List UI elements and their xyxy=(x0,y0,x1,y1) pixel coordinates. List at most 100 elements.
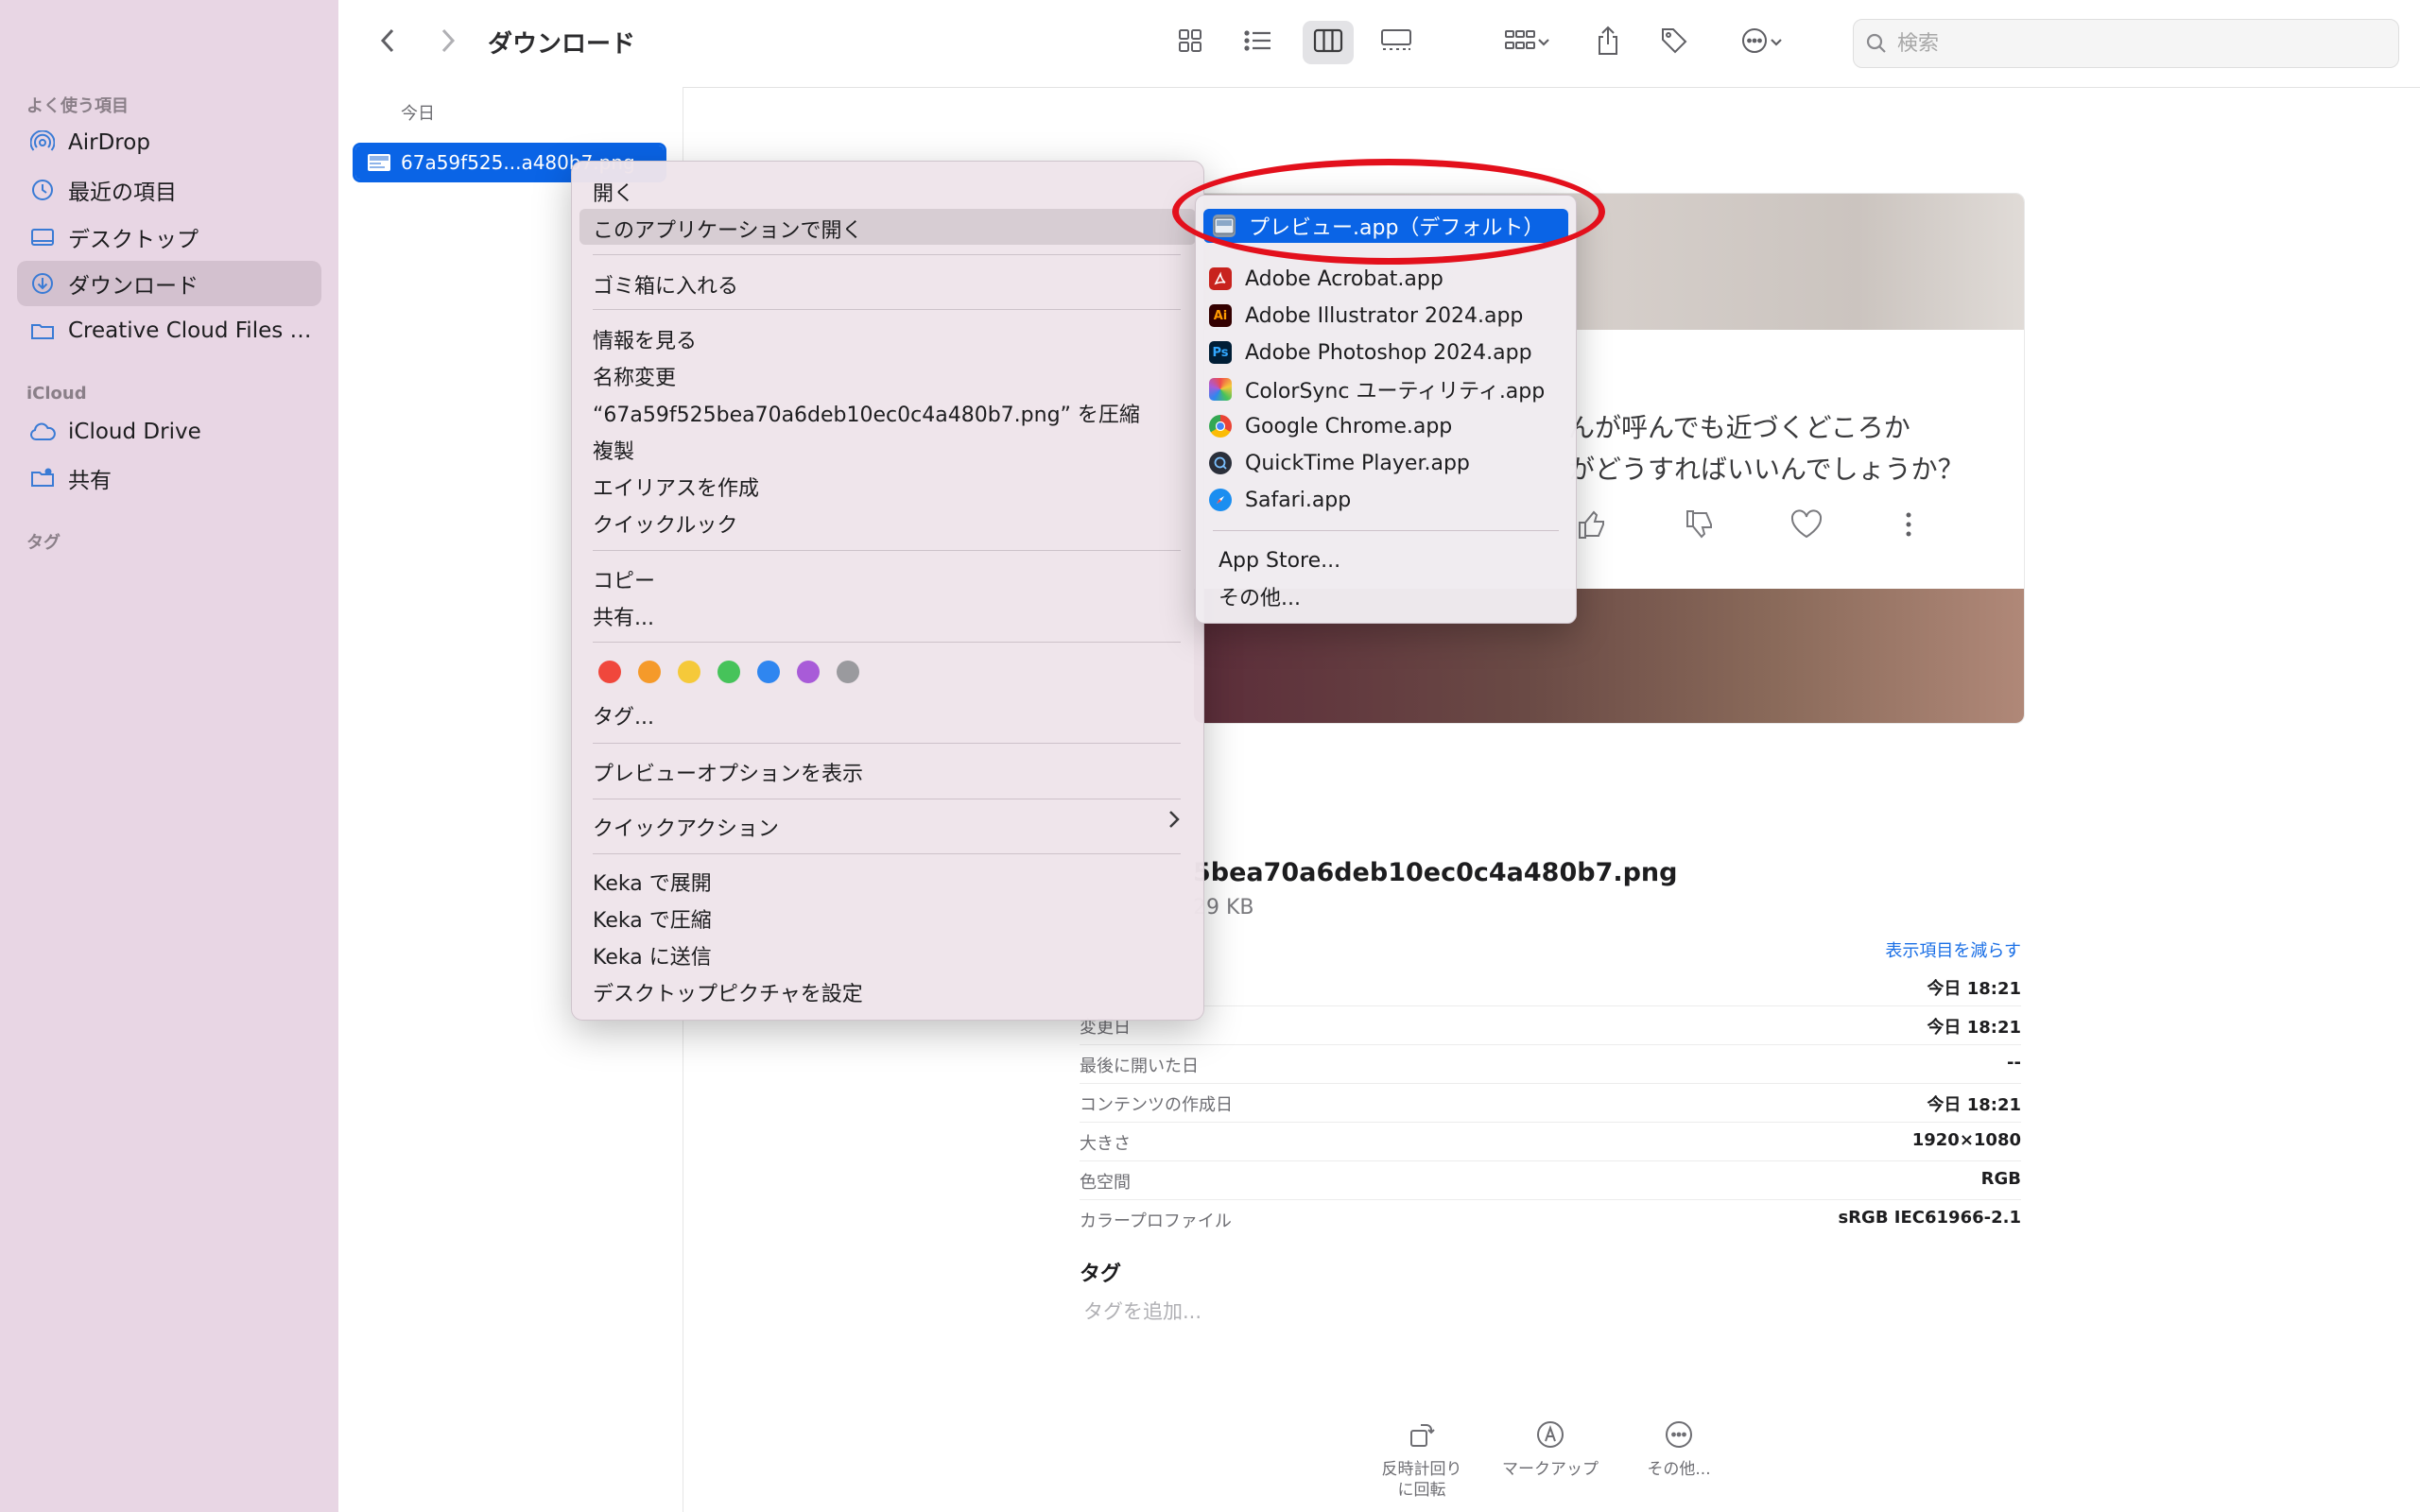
markup-button[interactable]: マークアップ xyxy=(1494,1418,1607,1480)
window-title: ダウンロード xyxy=(488,30,636,59)
group-grid-icon xyxy=(1504,27,1536,58)
menu-item-quick-actions[interactable]: クイックアクション xyxy=(593,812,1188,842)
sidebar-item-recents[interactable]: 最近の項目 xyxy=(17,167,321,213)
search-input[interactable] xyxy=(1895,30,2372,57)
submenu-item-colorsync[interactable]: ColorSync ユーティリティ.app xyxy=(1209,372,1545,406)
metadata-value: 今日 18:21 xyxy=(1927,1018,2021,1038)
menu-item-get-info[interactable]: 情報を見る xyxy=(593,324,697,354)
rotate-left-button[interactable]: 反時計回り に回転 xyxy=(1365,1418,1478,1501)
sidebar-item-label: AirDrop xyxy=(68,130,150,155)
menu-item-compress[interactable]: “67a59f525bea70a6deb10ec0c4a480b7.png” を… xyxy=(593,398,1140,428)
metadata-value: -- xyxy=(2007,1053,2021,1073)
tag-color-green[interactable] xyxy=(717,661,740,683)
sidebar-item-icloud-drive[interactable]: iCloud Drive xyxy=(17,409,321,455)
menu-item-show-preview-options[interactable]: プレビューオプションを表示 xyxy=(593,757,863,787)
menu-item-quick-look[interactable]: クイックルック xyxy=(593,508,737,539)
chevron-right-icon xyxy=(1167,808,1181,837)
menu-item-open[interactable]: 開く xyxy=(593,177,634,207)
submenu-item-app-store[interactable]: App Store... xyxy=(1219,543,1340,577)
menu-item-trash[interactable]: ゴミ箱に入れる xyxy=(593,269,738,300)
submenu-item-label: Safari.app xyxy=(1245,488,1352,512)
sidebar-item-downloads[interactable]: ダウンロード xyxy=(17,261,321,306)
menu-item-keka-send[interactable]: Keka に送信 xyxy=(593,940,712,971)
menu-item-open-with[interactable]: このアプリケーションで開く xyxy=(579,209,1196,245)
add-tag-field[interactable]: タグを追加... xyxy=(1083,1297,1201,1325)
gallery-view-button[interactable] xyxy=(1373,21,1420,64)
menu-item-set-desktop-picture[interactable]: デスクトップピクチャを設定 xyxy=(593,977,863,1007)
menu-item-label: このアプリケーションで開く xyxy=(593,219,863,243)
forward-button[interactable] xyxy=(431,21,465,64)
more-actions-button[interactable]: その他... xyxy=(1622,1418,1736,1480)
metadata-row: 色空間 RGB xyxy=(1080,1161,2021,1200)
metadata-key: 色空間 xyxy=(1080,1173,1131,1193)
sidebar-item-desktop[interactable]: デスクトップ xyxy=(17,215,321,260)
metadata-key: 大きさ xyxy=(1080,1134,1131,1154)
menu-item-tags[interactable]: タグ... xyxy=(593,700,654,730)
sidebar-item-shared[interactable]: 共有 xyxy=(17,455,321,501)
menu-item-rename[interactable]: 名称変更 xyxy=(593,361,676,391)
menu-item-keka-extract[interactable]: Keka で展開 xyxy=(593,867,712,897)
action-label: マークアップ xyxy=(1502,1460,1599,1479)
metadata-key: 最後に開いた日 xyxy=(1080,1057,1199,1076)
metadata-value: 今日 18:21 xyxy=(1927,979,2021,999)
menu-separator xyxy=(593,853,1181,854)
clock-icon xyxy=(28,176,57,204)
submenu-item-label: Adobe Acrobat.app xyxy=(1245,266,1443,291)
list-view-button[interactable] xyxy=(1236,21,1280,64)
shared-folder-icon xyxy=(28,464,57,492)
safari-app-icon xyxy=(1209,489,1232,511)
tag-color-yellow[interactable] xyxy=(678,661,700,683)
menu-separator xyxy=(593,309,1181,310)
icon-view-button[interactable] xyxy=(1168,21,1212,64)
show-less-link[interactable]: 表示項目を減らす xyxy=(1885,937,2021,962)
icloud-section-title: iCloud xyxy=(26,384,87,404)
metadata-row: 変更日 今日 18:21 xyxy=(1080,1006,2021,1045)
tag-button[interactable] xyxy=(1654,21,1694,64)
submenu-item-other[interactable]: その他... xyxy=(1219,579,1301,613)
menu-item-copy[interactable]: コピー xyxy=(593,564,655,594)
preview-text-line: んが呼んでも近づくどころか xyxy=(1568,412,1910,443)
tag-color-gray[interactable] xyxy=(837,661,859,683)
submenu-item-illustrator[interactable]: Ai Adobe Illustrator 2024.app xyxy=(1209,299,1523,333)
action-label: その他... xyxy=(1647,1460,1711,1479)
column-date-header: 今日 xyxy=(401,104,435,124)
action-menu-button[interactable] xyxy=(1728,21,1796,64)
sidebar-item-creative-cloud[interactable]: Creative Cloud Files P... xyxy=(17,308,321,353)
thumbs-up-icon xyxy=(1576,509,1608,543)
sidebar-item-airdrop[interactable]: AirDrop xyxy=(17,120,321,165)
tags-heading: タグ xyxy=(1080,1263,1122,1286)
ellipsis-circle-icon xyxy=(1622,1418,1736,1452)
sidebar-item-label: 最近の項目 xyxy=(68,180,177,205)
preview-file-name: 5bea70a6deb10ec0c4a480b7.png xyxy=(1193,858,1678,887)
submenu-item-label: Adobe Illustrator 2024.app xyxy=(1245,303,1524,328)
menu-item-make-alias[interactable]: エイリアスを作成 xyxy=(593,472,759,502)
search-field[interactable] xyxy=(1853,19,2399,68)
group-by-button[interactable] xyxy=(1494,21,1562,64)
share-button[interactable] xyxy=(1588,21,1628,64)
colorsync-app-icon xyxy=(1209,378,1232,401)
tag-color-purple[interactable] xyxy=(797,661,820,683)
submenu-item-quicktime[interactable]: QuickTime Player.app xyxy=(1209,446,1470,480)
photoshop-app-icon: Ps xyxy=(1209,341,1232,364)
submenu-item-safari[interactable]: Safari.app xyxy=(1209,483,1351,517)
more-vertical-icon xyxy=(1903,509,1914,543)
share-icon xyxy=(1596,26,1620,60)
tag-color-blue[interactable] xyxy=(757,661,780,683)
column-view-button[interactable] xyxy=(1303,21,1354,64)
submenu-item-photoshop[interactable]: Ps Adobe Photoshop 2024.app xyxy=(1209,335,1532,369)
acrobat-app-icon xyxy=(1209,267,1232,290)
menu-item-duplicate[interactable]: 複製 xyxy=(593,435,634,465)
submenu-item-acrobat[interactable]: Adobe Acrobat.app xyxy=(1209,262,1443,296)
cloud-icon xyxy=(28,418,57,446)
tag-color-orange[interactable] xyxy=(638,661,661,683)
preview-text-line: がどうすればいいんでしょうか？ xyxy=(1568,454,1964,485)
search-icon xyxy=(1865,32,1888,55)
menu-item-keka-compress[interactable]: Keka で圧縮 xyxy=(593,903,712,934)
submenu-item-chrome[interactable]: Google Chrome.app xyxy=(1209,409,1452,443)
columns-icon xyxy=(1313,28,1343,57)
gallery-icon xyxy=(1380,28,1412,57)
metadata-row: 大きさ 1920×1080 xyxy=(1080,1123,2021,1161)
menu-item-share[interactable]: 共有... xyxy=(593,601,654,631)
back-button[interactable] xyxy=(371,21,405,64)
tag-color-red[interactable] xyxy=(598,661,621,683)
